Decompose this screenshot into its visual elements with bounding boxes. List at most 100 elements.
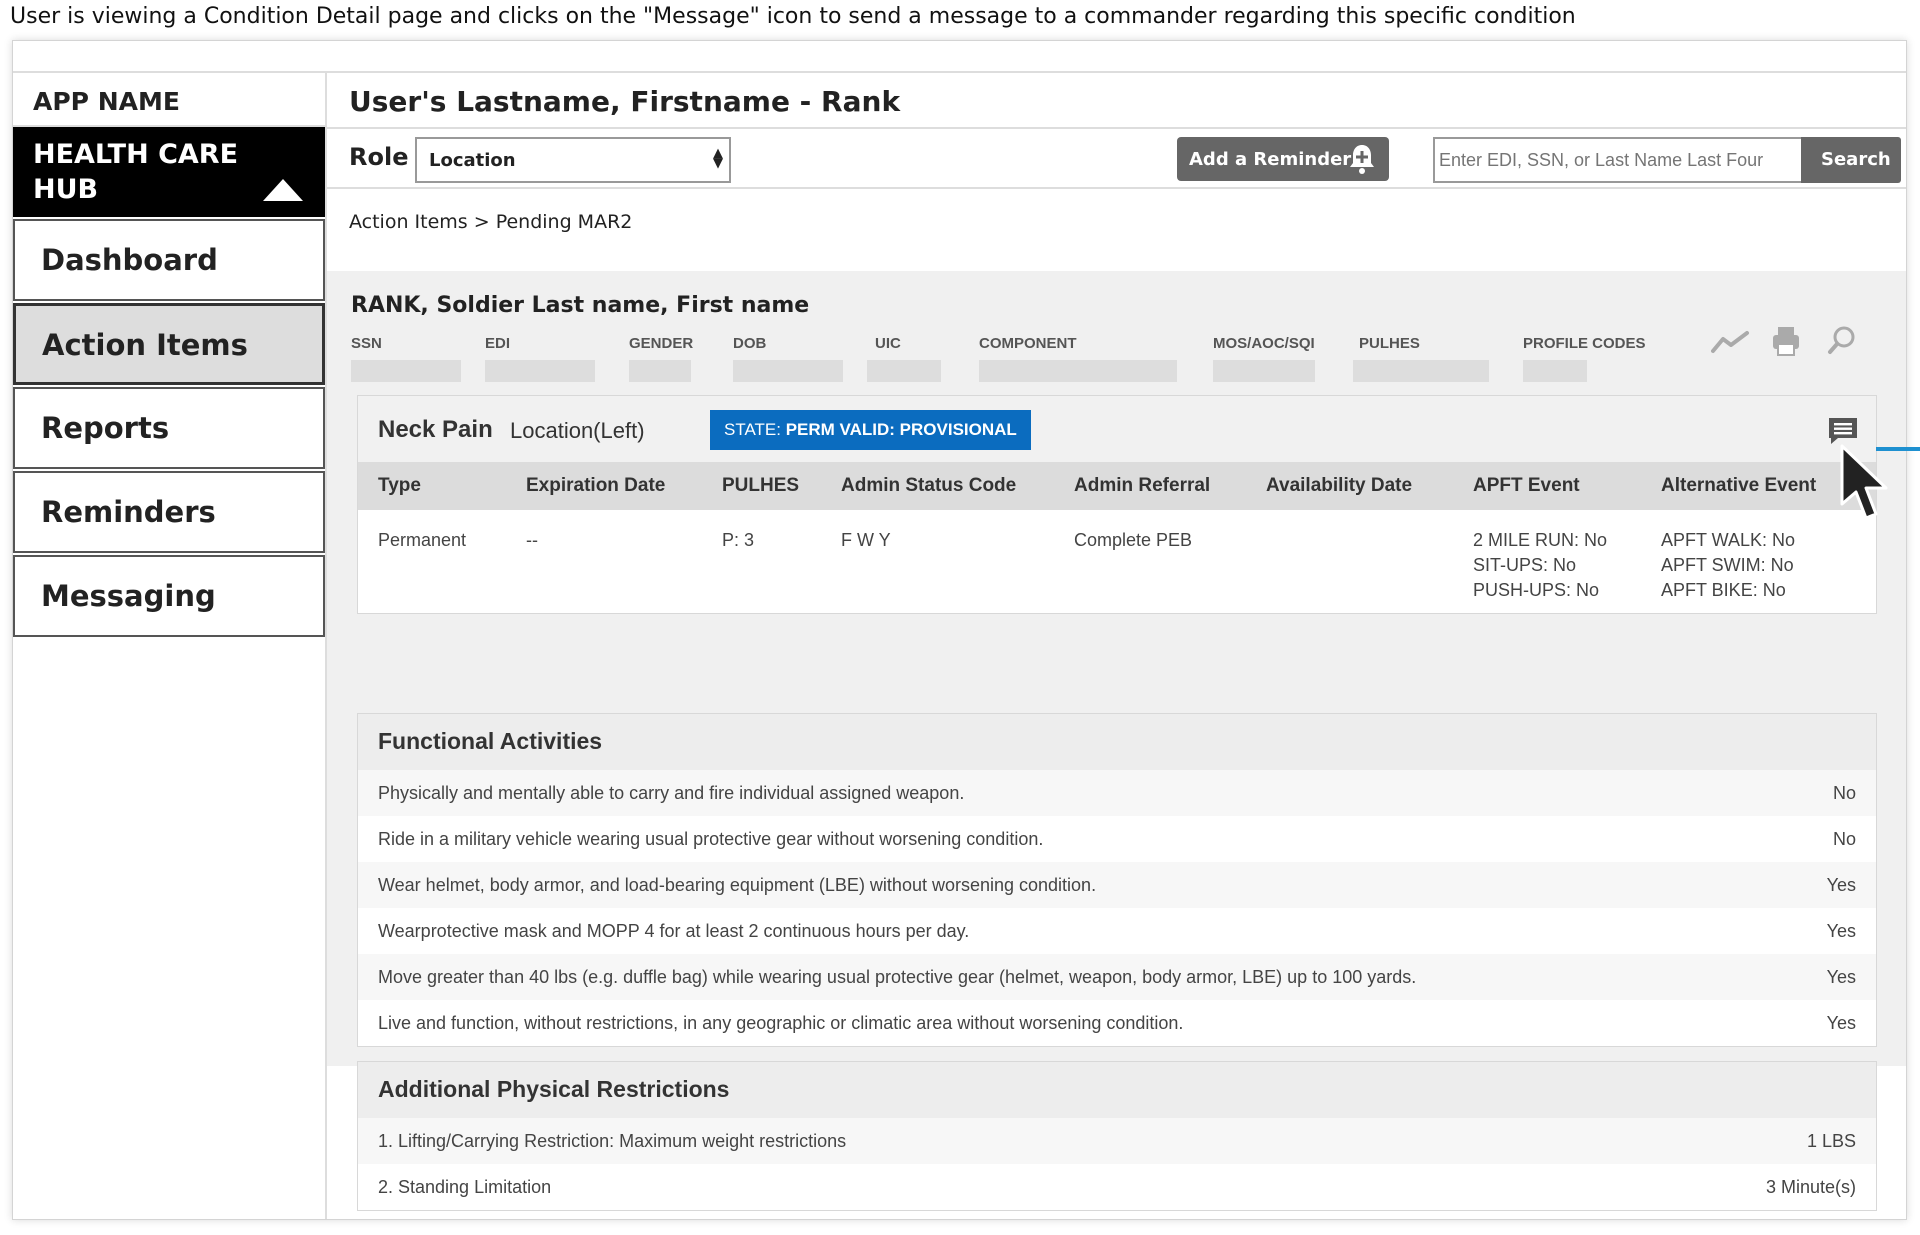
mouse-cursor-icon [1840,444,1888,520]
restriction-value: 3 Minute(s) [1765,1177,1856,1197]
list-item: Ride in a military vehicle wearing usual… [358,816,1876,862]
add-reminder-button[interactable]: Add a Reminder [1177,137,1389,181]
soldier-tools [1711,323,1861,363]
list-item: 2. Standing Limitation 3 Minute(s) [358,1164,1876,1210]
activity-answer: Yes [1826,875,1856,895]
table-row: Permanent -- P: 3 F W Y Complete PEB 2 M… [358,510,1876,613]
cell-pulhes: P: 3 [722,530,755,550]
field-pulhes: PULHES [1353,335,1489,382]
role-label: Role [349,143,409,171]
field-component: COMPONENT [979,335,1177,382]
search-button[interactable]: Search [1801,137,1901,183]
activity-answer: Yes [1826,1013,1856,1033]
alternative-item: APFT BIKE: No [1661,580,1786,600]
list-item: Wear helmet, body armor, and load-bearin… [358,862,1876,908]
sidebar-item-action-items[interactable]: Action Items [13,303,325,385]
condition-header: Neck Pain Location(Left) STATE: PERM VAL… [358,396,1876,462]
list-item: Move greater than 40 lbs (e.g. duffle ba… [358,954,1876,1000]
condition-name: Neck Pain [378,416,493,443]
field-value-redacted [629,360,691,382]
activity-text: Move greater than 40 lbs (e.g. duffle ba… [378,967,1417,987]
list-item: Live and function, without restrictions,… [358,1000,1876,1046]
search-icon[interactable] [1827,325,1857,357]
hub-title: HEALTH CARE HUB [33,139,239,205]
condition-table-header: Type Expiration Date PULHES Admin Status… [358,462,1876,510]
state-badge: STATE: PERM VALID: PROVISIONAL [710,410,1031,450]
section-title: Additional Physical Restrictions [358,1062,1876,1118]
field-value-redacted [867,360,941,382]
activity-text: Wear helmet, body armor, and load-bearin… [378,875,1097,895]
location-select-value: Location [429,150,516,171]
app-frame: APP NAME HEALTH CARE HUB Dashboard Actio… [12,40,1907,1220]
activity-answer: Yes [1826,921,1856,941]
collapse-up-icon[interactable] [263,179,303,201]
search-input[interactable] [1433,137,1801,183]
apft-item: 2 MILE RUN: No [1473,530,1608,550]
col-availability-date: Availability Date [1246,462,1453,510]
col-type: Type [358,462,506,510]
location-select[interactable]: Location ▲ ▼ [415,137,731,183]
apft-item: SIT-UPS: No [1473,555,1577,575]
cell-expiration: -- [526,530,538,550]
col-pulhes: PULHES [702,462,821,510]
app-name: APP NAME [13,71,325,127]
field-label: MOS/AOC/SQI [1213,335,1315,352]
field-value-redacted [1213,360,1315,382]
toolbar: Role Location ▲▼ Add a Reminder Search [327,129,1906,189]
user-title: User's Lastname, Firstname - Rank [327,71,1906,129]
col-apft-event: APFT Event [1453,462,1641,510]
field-value-redacted [979,360,1177,382]
condition-table: Type Expiration Date PULHES Admin Status… [358,462,1876,613]
sidebar-item-reports[interactable]: Reports [13,387,325,469]
additional-restrictions: Additional Physical Restrictions 1. Lift… [357,1061,1877,1211]
activity-answer: No [1832,783,1856,803]
select-arrows-icon: ▲ ▼ [713,146,723,171]
list-item: Wearprotective mask and MOPP 4 for at le… [358,908,1876,954]
sidebar-item-messaging[interactable]: Messaging [13,555,325,637]
field-edi: EDI [485,335,595,382]
functional-list: Physically and mentally able to carry an… [358,770,1876,1046]
cell-apft: 2 MILE RUN: No SIT-UPS: No PUSH-UPS: No [1453,510,1641,613]
field-label: COMPONENT [979,335,1077,352]
activity-answer: No [1832,829,1856,849]
sidebar: APP NAME HEALTH CARE HUB Dashboard Actio… [13,71,325,637]
activity-text: Physically and mentally able to carry an… [378,783,965,803]
cell-availability [1246,510,1453,613]
sidebar-item-dashboard[interactable]: Dashboard [13,219,325,301]
field-label: PULHES [1359,335,1420,352]
bell-plus-icon [1350,145,1374,174]
soldier-panel: RANK, Soldier Last name, First name SSN … [327,271,1906,1211]
field-mos: MOS/AOC/SQI [1213,335,1315,382]
apft-item: PUSH-UPS: No [1473,580,1600,600]
page-caption: User is viewing a Condition Detail page … [10,4,1576,29]
list-item: 1. Lifting/Carrying Restriction: Maximum… [358,1118,1876,1164]
alternative-item: APFT WALK: No [1661,530,1796,550]
activity-text: Live and function, without restrictions,… [378,1013,1184,1033]
field-value-redacted [733,360,843,382]
field-label: PROFILE CODES [1523,335,1646,352]
state-prefix: STATE: [724,420,786,439]
sidebar-item-reminders[interactable]: Reminders [13,471,325,553]
section-title: Functional Activities [358,714,1876,770]
breadcrumb[interactable]: Action Items > Pending MAR2 [349,211,632,233]
trend-icon[interactable] [1711,329,1751,355]
hub-header[interactable]: HEALTH CARE HUB [13,127,325,217]
field-gender: GENDER [629,335,693,382]
field-value-redacted [1353,360,1489,382]
col-admin-referral: Admin Referral [1054,462,1246,510]
condition-card: Neck Pain Location(Left) STATE: PERM VAL… [357,395,1877,614]
add-reminder-label: Add a Reminder [1189,149,1352,170]
cell-admin-referral: Complete PEB [1074,530,1193,550]
restriction-value: 1 LBS [1806,1131,1856,1151]
col-admin-status-code: Admin Status Code [821,462,1054,510]
field-label: UIC [875,335,901,352]
restriction-text: 1. Lifting/Carrying Restriction: Maximum… [378,1131,847,1151]
state-value: PERM VALID: PROVISIONAL [785,420,1017,439]
field-dob: DOB [733,335,843,382]
activity-answer: Yes [1826,967,1856,987]
activity-text: Ride in a military vehicle wearing usual… [378,829,1044,849]
print-icon[interactable] [1771,325,1801,357]
condition-location: Location(Left) [510,418,645,443]
restrictions-list: 1. Lifting/Carrying Restriction: Maximum… [358,1118,1876,1210]
functional-activities: Functional Activities Physically and men… [357,713,1877,1047]
